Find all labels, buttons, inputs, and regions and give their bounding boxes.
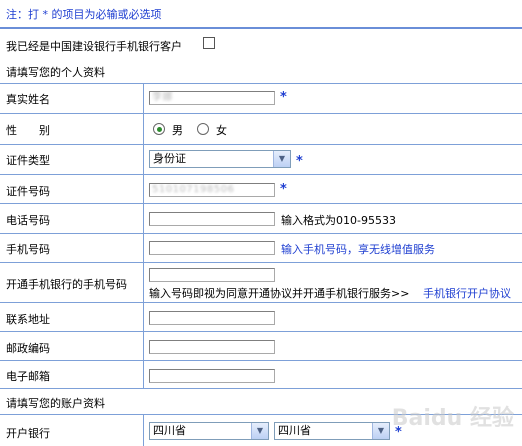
open-bank-label: 开户银行 [6,427,50,440]
row-divider [0,360,522,361]
gender-male-label: 男 [172,124,183,137]
required-star: * [280,182,287,197]
mobile-banking-agreement-link[interactable]: 手机银行开户协议 [423,285,511,301]
real-name-label: 真实姓名 [6,93,50,106]
province-selected: 四川省 [153,424,186,437]
row-divider [0,144,522,145]
row-divider [0,302,522,303]
mobile-label: 手机号码 [6,243,50,256]
existing-customer-label: 我已经是中国建设银行手机银行客户 [6,40,182,53]
header-divider [0,27,522,29]
id-number-label: 证件号码 [6,185,50,198]
chevron-down-icon: ▼ [372,423,389,439]
required-star: * [296,154,303,169]
open-mobile-hint: 输入号码即视为同意开通协议并开通手机银行服务>> [149,287,410,300]
row-divider [0,331,522,332]
chevron-down-icon: ▼ [251,423,268,439]
row-divider [0,233,522,234]
row-divider [0,203,522,204]
address-input[interactable] [149,311,275,325]
required-note: 注：打 * 的项目为必输或必选项 [6,8,162,21]
column-divider [143,414,144,446]
row-divider [0,262,522,263]
postcode-input[interactable] [149,340,275,354]
email-label: 电子邮箱 [6,370,50,383]
phone-hint: 输入格式为010-95533 [281,214,396,227]
id-type-label: 证件类型 [6,154,50,167]
real-name-value: 李娜 [152,92,173,103]
mobile-hint: 输入手机号码，享无线增值服务 [281,243,435,256]
id-number-input[interactable]: 510107198506 [149,183,275,197]
row-divider [0,113,522,114]
id-type-select[interactable]: 身份证 ▼ [149,150,291,168]
phone-input[interactable] [149,212,275,226]
mobile-input[interactable] [149,241,275,255]
section-personal-title: 请填写您的个人资料 [6,66,105,79]
province-select[interactable]: 四川省 ▼ [149,422,269,440]
required-star: * [280,90,287,105]
existing-customer-checkbox[interactable] [203,37,215,49]
id-number-value: 510107198506 [152,184,235,195]
gender-label: 性 别 [6,124,50,137]
city-select[interactable]: 四川省 ▼ [274,422,390,440]
gender-female-label: 女 [216,124,227,137]
section-account-title: 请填写您的账户资料 [6,397,105,410]
row-divider [0,174,522,175]
email-input[interactable] [149,369,275,383]
open-mobile-label: 开通手机银行的手机号码 [6,278,127,291]
phone-label: 电话号码 [6,214,50,227]
postcode-label: 邮政编码 [6,342,50,355]
real-name-input[interactable]: 李娜 [149,91,275,105]
gender-female-radio[interactable] [197,123,209,135]
open-mobile-input[interactable] [149,268,275,282]
gender-male-radio[interactable] [153,123,165,135]
address-label: 联系地址 [6,313,50,326]
baidu-watermark: Baidu 经验 [391,406,514,431]
chevron-down-icon: ▼ [273,151,290,167]
id-type-selected: 身份证 [153,152,186,165]
column-divider [143,83,144,389]
city-selected: 四川省 [278,424,311,437]
